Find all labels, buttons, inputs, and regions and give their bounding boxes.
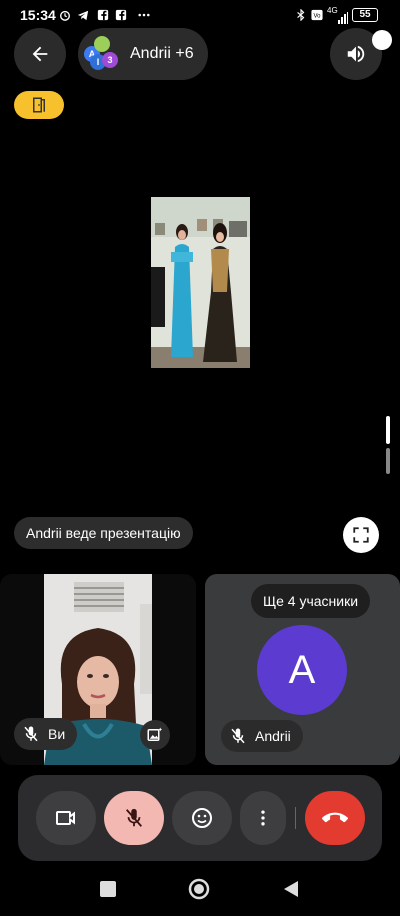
more-notifications-icon: [138, 13, 150, 17]
presentation-video: [151, 197, 250, 368]
system-nav-bar: [0, 862, 400, 916]
status-bar: 15:34 Vo 4G 55: [0, 0, 400, 30]
visual-effects-button[interactable]: [140, 720, 170, 750]
facebook-icon: [115, 9, 127, 21]
presenting-label: Andrii веде презентацію: [14, 517, 193, 549]
arrow-left-icon: [32, 46, 48, 62]
scrollbar-thumb[interactable]: [386, 416, 390, 444]
avatar-cluster: A I 3: [84, 36, 120, 72]
participant-tile[interactable]: Ще 4 учасники A Andrii: [205, 574, 400, 765]
status-time: 15:34: [20, 7, 56, 23]
divider: [295, 807, 296, 829]
fullscreen-button[interactable]: [343, 517, 379, 553]
svg-text:Vo: Vo: [313, 14, 321, 20]
recents-button[interactable]: [100, 881, 116, 897]
self-name-label: Ви: [48, 726, 66, 742]
fullscreen-icon: [353, 527, 369, 543]
participant-name-label: Andrii: [255, 728, 291, 744]
bluetooth-icon: [297, 9, 305, 21]
end-call-button[interactable]: [305, 791, 365, 845]
more-vert-icon: [261, 810, 265, 826]
visual-effects-icon: [147, 727, 163, 741]
microphone-button[interactable]: [104, 791, 164, 845]
camera-button[interactable]: [36, 791, 96, 845]
more-options-button[interactable]: [240, 791, 286, 845]
avatar: 3: [102, 52, 118, 68]
avatar-photo: [94, 36, 110, 52]
participant-mute-chip: Andrii: [221, 720, 303, 752]
call-end-icon: [322, 812, 348, 823]
back-nav-button[interactable]: [282, 880, 300, 898]
mic-off-icon: [24, 726, 38, 742]
alarm-icon: [60, 10, 70, 21]
avatar: A: [257, 625, 347, 715]
call-controls: [18, 775, 382, 861]
volte-icon: Vo: [311, 9, 323, 21]
exit-badge[interactable]: [14, 91, 64, 119]
self-mute-chip: Ви: [14, 718, 78, 750]
signal-icon: [338, 12, 348, 24]
facebook-icon: [97, 9, 109, 21]
telegram-icon: [77, 10, 89, 21]
mic-off-icon: [125, 808, 143, 827]
back-button[interactable]: [14, 28, 66, 80]
participants-label: Andrii +6: [130, 45, 194, 62]
scrollbar-track[interactable]: [386, 448, 390, 474]
reactions-button[interactable]: [172, 791, 232, 845]
emoji-icon: [192, 808, 212, 828]
videocam-icon: [56, 811, 75, 825]
battery-indicator: 55: [352, 8, 378, 22]
participants-chip[interactable]: A I 3 Andrii +6: [78, 28, 208, 80]
mic-off-icon: [231, 728, 245, 744]
home-button[interactable]: [188, 878, 210, 900]
video-frame: [151, 197, 250, 368]
overlay-indicator: [372, 30, 392, 50]
volume-icon: [347, 45, 365, 63]
more-participants-label[interactable]: Ще 4 учасники: [251, 584, 371, 618]
self-video-tile[interactable]: Ви: [0, 574, 196, 765]
door-icon: [33, 97, 45, 113]
